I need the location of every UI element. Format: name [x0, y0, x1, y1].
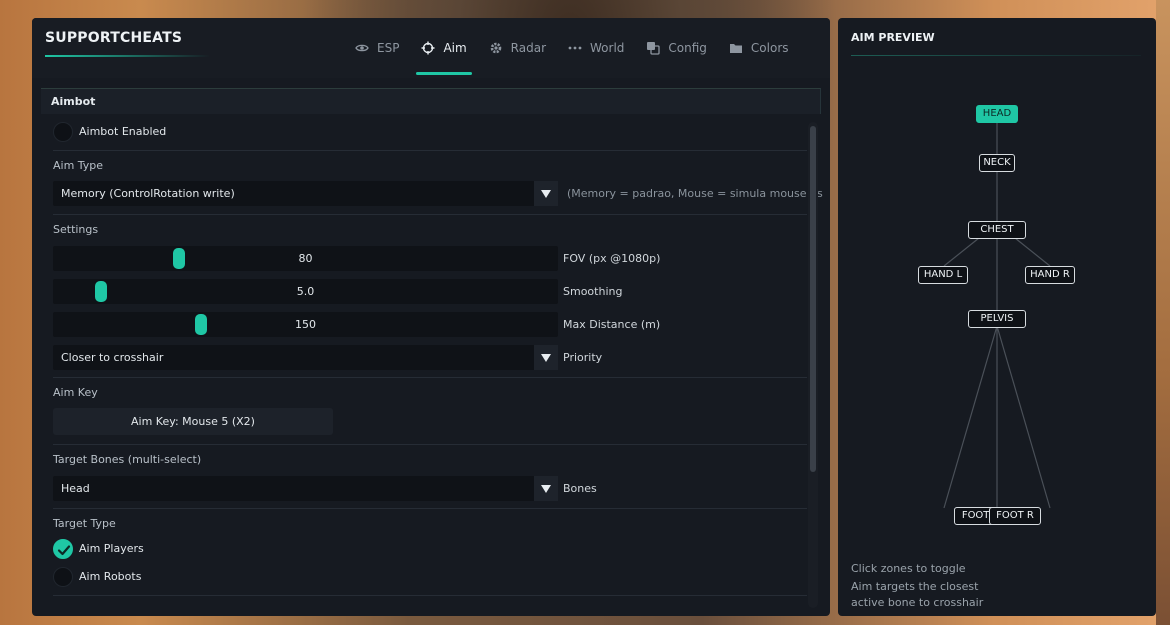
priority-dropdown-arrow[interactable]	[534, 345, 558, 370]
tab-config[interactable]: Config	[635, 18, 718, 78]
bone-hand-l[interactable]: HAND L	[918, 266, 968, 284]
tab-label: World	[590, 41, 625, 55]
aim-type-dropdown-arrow[interactable]	[534, 181, 558, 206]
main-panel: SUPPORTCHEATS ESP Aim Radar World Config…	[32, 18, 830, 616]
aim-type-hint: (Memory = padrao, Mouse = simula mouse f…	[567, 187, 823, 200]
divider	[53, 214, 807, 215]
aimbot-section-header: Aimbot	[41, 88, 821, 114]
dots-icon	[568, 41, 582, 55]
bones-label: Bones	[563, 482, 597, 495]
triangle-down-icon	[541, 189, 551, 198]
brand-title: SUPPORTCHEATS	[45, 30, 183, 46]
priority-label: Priority	[563, 351, 603, 364]
target-bones-select[interactable]: Head	[53, 476, 558, 501]
tab-world[interactable]: World	[557, 18, 635, 78]
bone-neck[interactable]: NECK	[979, 154, 1015, 172]
bone-line	[943, 325, 998, 509]
priority-value: Closer to crosshair	[61, 351, 164, 364]
preview-note-targets: Aim targets the closest	[851, 580, 979, 593]
target-bones-value: Head	[61, 482, 90, 495]
folder-icon	[729, 41, 743, 55]
fov-slider[interactable]: 80	[53, 246, 558, 271]
smoothing-label: Smoothing	[563, 285, 623, 298]
tab-label: Config	[668, 41, 707, 55]
eye-icon	[355, 41, 369, 55]
divider	[53, 444, 807, 445]
divider	[53, 595, 807, 596]
bone-line	[996, 325, 1051, 509]
aim-key-label: Aim Key	[53, 386, 98, 399]
divider	[53, 508, 807, 509]
gear-icon	[489, 41, 503, 55]
aim-preview-panel: AIM PREVIEW HEAD NECK CHEST HAND L HAND …	[838, 18, 1156, 616]
aimbot-content: Aimbot Enabled Aim Type Memory (ControlR…	[53, 114, 823, 614]
tab-label: Aim	[443, 41, 467, 55]
tab-colors[interactable]: Colors	[718, 18, 800, 78]
max-distance-label: Max Distance (m)	[563, 318, 661, 331]
aim-type-select[interactable]: Memory (ControlRotation write)	[53, 181, 558, 206]
bone-hand-r[interactable]: HAND R	[1025, 266, 1075, 284]
tab-label: Radar	[510, 41, 547, 55]
crosshair-icon	[421, 41, 435, 55]
tab-radar[interactable]: Radar	[478, 18, 557, 78]
tab-label: Colors	[750, 41, 789, 55]
background-edge	[1156, 0, 1170, 625]
settings-label: Settings	[53, 223, 99, 236]
scrollbar-thumb[interactable]	[810, 126, 816, 472]
max-distance-value: 150	[295, 318, 316, 331]
tab-aim[interactable]: Aim	[410, 18, 477, 78]
brand-underline	[45, 55, 210, 57]
aim-type-value: Memory (ControlRotation write)	[61, 187, 235, 200]
aim-robots-label: Aim Robots	[79, 570, 142, 583]
tab-esp[interactable]: ESP	[344, 18, 410, 78]
tab-label: ESP	[377, 41, 400, 55]
divider	[53, 377, 807, 378]
max-distance-slider[interactable]: 150	[53, 312, 558, 337]
aim-key-button[interactable]: Aim Key: Mouse 5 (X2)	[53, 408, 333, 435]
triangle-down-icon	[541, 484, 551, 493]
divider	[53, 150, 807, 151]
aimbot-enabled-toggle[interactable]	[53, 122, 73, 142]
aim-robots-checkbox[interactable]	[53, 567, 73, 587]
smoothing-value: 5.0	[296, 285, 315, 298]
target-bones-label: Target Bones (multi-select)	[53, 453, 202, 466]
aim-players-label: Aim Players	[79, 542, 144, 555]
smoothing-slider[interactable]: 5.0	[53, 279, 558, 304]
bone-chest[interactable]: CHEST	[968, 221, 1026, 239]
target-type-label: Target Type	[53, 517, 116, 530]
bone-line	[943, 237, 980, 267]
bone-head[interactable]: HEAD	[976, 105, 1018, 123]
aim-type-label: Aim Type	[53, 159, 104, 172]
bone-line	[1014, 237, 1051, 267]
aim-players-checkbox[interactable]	[53, 539, 73, 559]
aimbot-enabled-label: Aimbot Enabled	[79, 125, 167, 138]
copy-icon	[646, 41, 661, 55]
fov-label: FOV (px @1080p)	[563, 252, 661, 265]
check-icon	[57, 545, 71, 556]
triangle-down-icon	[541, 353, 551, 362]
bone-foot-r[interactable]: FOOT R	[989, 507, 1041, 525]
bone-pelvis[interactable]: PELVIS	[968, 310, 1026, 328]
fov-value: 80	[298, 252, 313, 265]
target-bones-dropdown-arrow[interactable]	[534, 476, 558, 501]
tab-bar: ESP Aim Radar World Config Colors	[344, 18, 800, 78]
header-bar: SUPPORTCHEATS ESP Aim Radar World Config…	[32, 18, 830, 78]
scrollbar[interactable]	[808, 122, 818, 608]
preview-note-crosshair: active bone to crosshair	[851, 596, 984, 609]
preview-note-toggle: Click zones to toggle	[851, 562, 966, 575]
priority-select[interactable]: Closer to crosshair	[53, 345, 558, 370]
